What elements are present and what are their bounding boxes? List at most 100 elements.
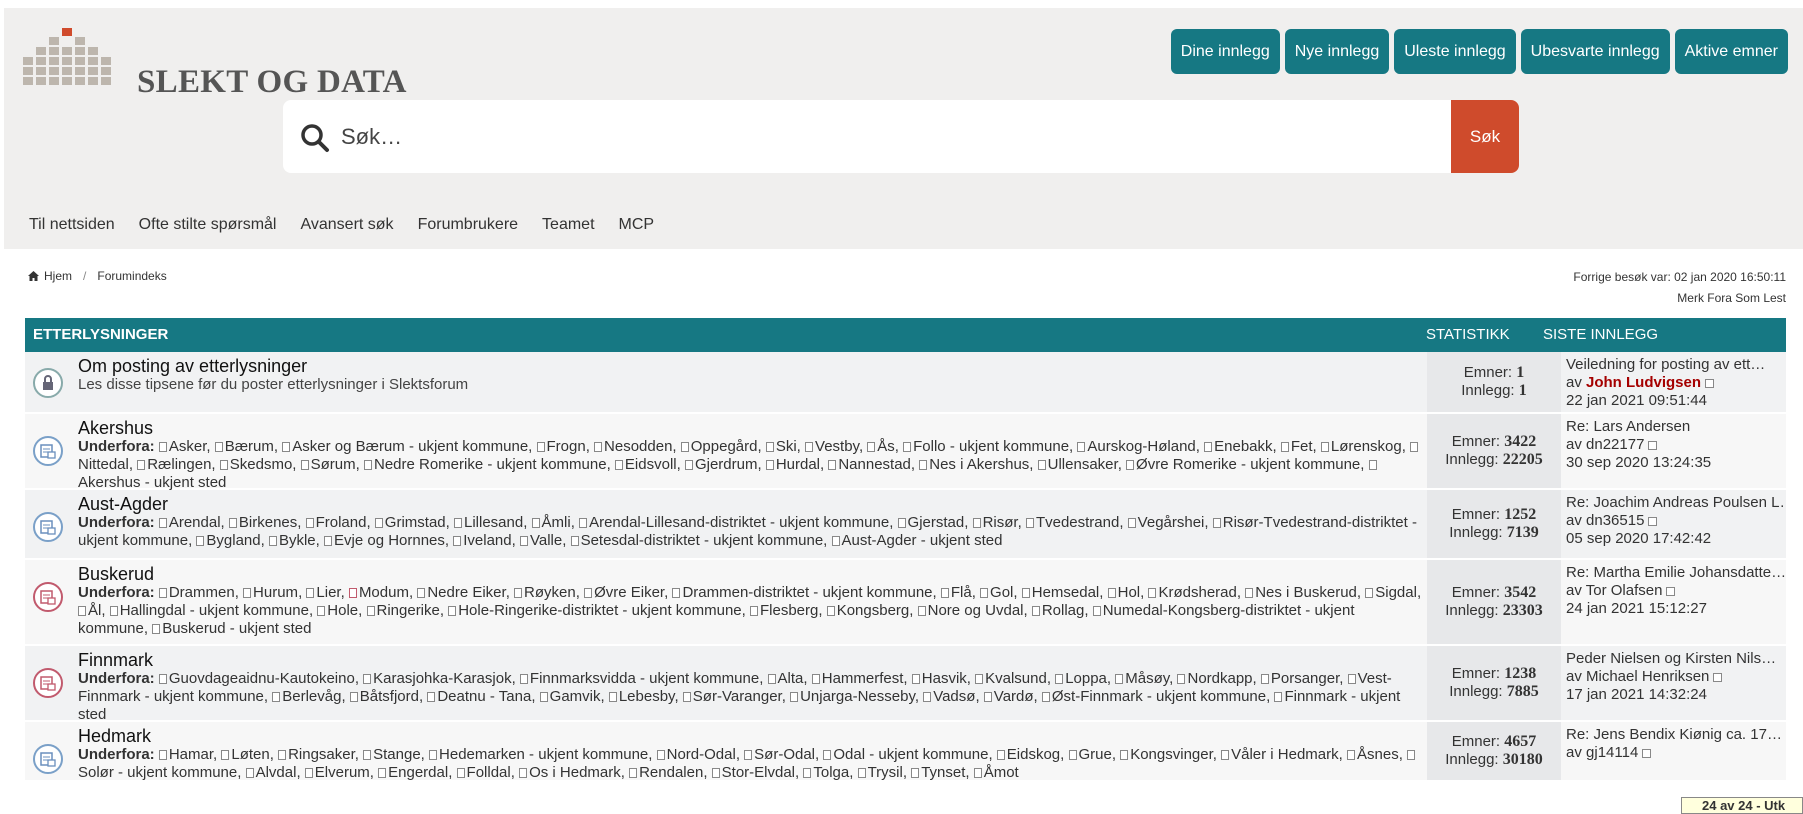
- subforum-link[interactable]: Valle: [530, 532, 562, 549]
- subforum-link[interactable]: Guovdageaidnu-Kautokeino: [169, 670, 355, 687]
- subforum-link[interactable]: Nittedal: [78, 456, 129, 473]
- subforum-link[interactable]: Hole-Ringerike-distriktet - ukjent kommu…: [458, 602, 741, 619]
- search-input[interactable]: [341, 100, 1401, 173]
- subforum-link[interactable]: Lillesand: [464, 514, 523, 531]
- forum-title-link[interactable]: Om posting av etterlysninger: [78, 356, 1427, 376]
- nav-link[interactable]: Ofte stilte spørsmål: [139, 216, 277, 234]
- subforum-link[interactable]: Buskerud - ukjent sted: [162, 620, 311, 637]
- subforum-link[interactable]: Follo - ukjent kommune: [913, 438, 1069, 455]
- nav-link[interactable]: Til nettsiden: [29, 216, 115, 234]
- forum-title-link[interactable]: Buskerud: [78, 564, 1427, 584]
- forum-title-link[interactable]: Finnmark: [78, 650, 1427, 670]
- subforum-link[interactable]: Alta: [778, 670, 804, 687]
- subforum-link[interactable]: Øvre Eiker: [594, 584, 664, 601]
- subforum-link[interactable]: Os i Hedmark: [529, 764, 621, 781]
- subforum-link[interactable]: Eidsvoll: [625, 456, 677, 473]
- last-post-author[interactable]: dn22177: [1586, 436, 1644, 453]
- subforum-link[interactable]: Grue: [1079, 746, 1112, 763]
- subforum-link[interactable]: Nore og Uvdal: [928, 602, 1024, 619]
- subforum-link[interactable]: Båtsfjord: [360, 688, 419, 705]
- subforum-link[interactable]: Lebesby: [619, 688, 675, 705]
- subforum-link[interactable]: Sørum: [311, 456, 356, 473]
- nav-link[interactable]: MCP: [619, 216, 655, 234]
- subforum-link[interactable]: Oppegård: [691, 438, 758, 455]
- subforum-link[interactable]: Aust-Agder - ukjent sted: [842, 532, 1003, 549]
- subforum-link[interactable]: Øvre Romerike - ukjent kommune: [1136, 456, 1360, 473]
- subforum-link[interactable]: Nes i Buskerud: [1255, 584, 1357, 601]
- last-post-author[interactable]: Tor Olafsen: [1586, 582, 1663, 599]
- last-post-author[interactable]: gj14114: [1586, 744, 1638, 761]
- subforum-link[interactable]: Rollag: [1042, 602, 1085, 619]
- subforum-link[interactable]: Ski: [776, 438, 797, 455]
- subforum-link[interactable]: Folldal: [467, 764, 511, 781]
- goto-post-icon[interactable]: [1713, 673, 1723, 682]
- last-post-author[interactable]: Michael Henriksen: [1586, 668, 1709, 685]
- subforum-link[interactable]: Berlevåg: [282, 688, 341, 705]
- quick-link-button[interactable]: Ubesvarte innlegg: [1520, 29, 1670, 74]
- subforum-link[interactable]: Kvalsund: [985, 670, 1047, 687]
- subforum-link[interactable]: Nesodden: [604, 438, 672, 455]
- subforum-link[interactable]: Froland: [316, 514, 367, 531]
- subforum-link[interactable]: Setesdal-distriktet - ukjent kommune: [581, 532, 824, 549]
- goto-post-icon[interactable]: [1705, 379, 1715, 388]
- subforum-link[interactable]: Nord-Odal: [667, 746, 736, 763]
- subforum-link[interactable]: Åsnes: [1357, 746, 1399, 763]
- subforum-link[interactable]: Åmot: [984, 764, 1019, 781]
- subforum-link[interactable]: Hallingdal - ukjent kommune: [120, 602, 309, 619]
- subforum-link[interactable]: Arendal-Lillesand-distriktet - ukjent ko…: [589, 514, 889, 531]
- subforum-link[interactable]: Deatnu - Tana: [437, 688, 531, 705]
- subforum-link[interactable]: Skedsmo: [230, 456, 293, 473]
- subforum-link[interactable]: Elverum: [315, 764, 370, 781]
- subforum-link[interactable]: Vardø: [994, 688, 1034, 705]
- subforum-link[interactable]: Våler i Hedmark: [1231, 746, 1339, 763]
- subforum-link[interactable]: Loppa: [1065, 670, 1107, 687]
- subforum-link[interactable]: Hamar: [169, 746, 213, 763]
- goto-post-icon[interactable]: [1642, 749, 1652, 758]
- subforum-link[interactable]: Bærum: [225, 438, 274, 455]
- subforum-link[interactable]: Nordkapp: [1187, 670, 1252, 687]
- subforum-link[interactable]: Vegårshei: [1138, 514, 1205, 531]
- subforum-link[interactable]: Solør - ukjent kommune: [78, 764, 237, 781]
- subforum-link[interactable]: Rendalen: [639, 764, 703, 781]
- breadcrumb-current[interactable]: Forumindeks: [97, 269, 166, 283]
- last-post-title[interactable]: Re: Lars Andersen: [1566, 418, 1786, 436]
- subforum-link[interactable]: Kongsvinger: [1130, 746, 1213, 763]
- last-post-title[interactable]: Peder Nielsen og Kirsten Nils…: [1566, 650, 1786, 668]
- subforum-link[interactable]: Stor-Elvdal: [722, 764, 795, 781]
- goto-post-icon[interactable]: [1666, 587, 1676, 596]
- forum-title-link[interactable]: Akershus: [78, 418, 1427, 438]
- quick-link-button[interactable]: Dine innlegg: [1170, 29, 1280, 74]
- subforum-link[interactable]: Trysil: [868, 764, 903, 781]
- subforum-link[interactable]: Hol: [1118, 584, 1141, 601]
- subforum-link[interactable]: Vadsø: [933, 688, 975, 705]
- subforum-link[interactable]: Nedre Romerike - ukjent kommune: [374, 456, 607, 473]
- subforum-link[interactable]: Ringsaker: [288, 746, 355, 763]
- subforum-link[interactable]: Hedemarken - ukjent kommune: [439, 746, 648, 763]
- subforum-link[interactable]: Drammen-distriktet - ukjent kommune: [682, 584, 932, 601]
- subforum-link[interactable]: Hasvik: [922, 670, 967, 687]
- subforum-link[interactable]: Arendal: [169, 514, 221, 531]
- subforum-link[interactable]: Tynset: [921, 764, 965, 781]
- subforum-link[interactable]: Stange: [373, 746, 421, 763]
- subforum-link[interactable]: Unjarga-Nesseby: [800, 688, 915, 705]
- subforum-link[interactable]: Akershus - ukjent sted: [78, 474, 226, 491]
- subforum-link[interactable]: Åmli: [542, 514, 571, 531]
- search-button[interactable]: Søk: [1451, 100, 1519, 173]
- subforum-link[interactable]: Bykle: [279, 532, 316, 549]
- subforum-link[interactable]: Odal - ukjent kommune: [833, 746, 988, 763]
- subforum-link[interactable]: Eidskog: [1007, 746, 1060, 763]
- mark-forums-read-link[interactable]: Merk Fora Som Lest: [1677, 291, 1786, 305]
- nav-link[interactable]: Avansert søk: [300, 216, 393, 234]
- subforum-link[interactable]: Modum: [359, 584, 409, 601]
- goto-post-icon[interactable]: [1648, 517, 1658, 526]
- subforum-link[interactable]: Gol: [990, 584, 1013, 601]
- subforum-link[interactable]: Alvdal: [256, 764, 297, 781]
- subforum-link[interactable]: Måsøy: [1125, 670, 1169, 687]
- subforum-link[interactable]: Gamvik: [550, 688, 601, 705]
- subforum-link[interactable]: Rælingen: [147, 456, 211, 473]
- subforum-link[interactable]: Ås: [877, 438, 895, 455]
- forum-title-link[interactable]: Hedmark: [78, 726, 1427, 746]
- nav-link[interactable]: Teamet: [542, 216, 594, 234]
- forum-title-link[interactable]: Aust-Agder: [78, 494, 1427, 514]
- subforum-link[interactable]: Nes i Akershus: [929, 456, 1029, 473]
